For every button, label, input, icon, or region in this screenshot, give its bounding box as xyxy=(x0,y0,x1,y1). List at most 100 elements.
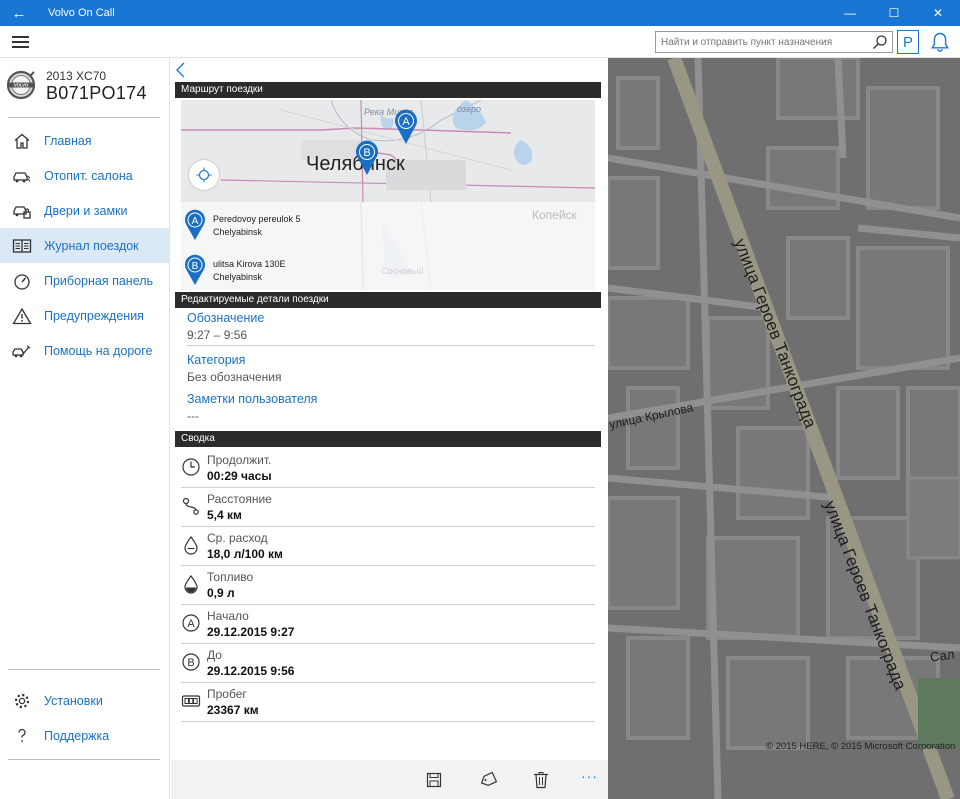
divider xyxy=(187,345,595,346)
category-field[interactable]: Категория Без обозначения xyxy=(187,353,595,384)
summary-row-end: B До 29.12.2015 9:56 xyxy=(181,644,595,683)
divider xyxy=(8,669,160,670)
start-point-letter: A xyxy=(187,618,195,630)
tag-button[interactable] xyxy=(477,769,499,791)
divider xyxy=(8,759,160,760)
start-city: Chelyabinsk xyxy=(213,227,263,237)
designation-field[interactable]: Обозначение 9:27 – 9:56 xyxy=(187,311,595,342)
summary-row-avg-consumption: Ср. расход 18,0 л/100 км xyxy=(181,527,595,566)
fuel-drop-icon xyxy=(184,574,198,594)
start-point-icon: A xyxy=(182,614,200,632)
start-pin-letter: A xyxy=(192,216,199,227)
warning-icon xyxy=(12,307,32,324)
summary-label: Пробег xyxy=(207,687,247,701)
nav-label: Предупреждения xyxy=(44,308,144,323)
gear-icon xyxy=(14,693,30,708)
destination-search-input[interactable] xyxy=(656,32,866,52)
nav-label: Журнал поездок xyxy=(44,238,139,253)
nav-item-trip-journal[interactable]: Журнал поездок xyxy=(0,228,169,263)
summary-value: 0,9 л xyxy=(207,586,235,600)
nav-label: Помощь на дороге xyxy=(44,343,153,358)
close-button[interactable]: ✕ xyxy=(916,0,960,26)
hamburger-menu-icon[interactable] xyxy=(12,36,29,48)
nav-item-doors-locks[interactable]: Двери и замки xyxy=(0,193,169,228)
nav-item-warnings[interactable]: Предупреждения xyxy=(0,298,169,333)
svg-text:VOLVO: VOLVO xyxy=(14,83,29,88)
summary-label: Ср. расход xyxy=(207,531,268,545)
sidebar: VOLVO 2013 XC70 B071PO174 Главная Отопит… xyxy=(0,58,170,799)
roadside-assistance-icon xyxy=(12,344,31,357)
map-pin-a-letter: A xyxy=(402,116,410,128)
more-options-button[interactable]: ··· xyxy=(581,768,598,784)
route-end-point[interactable]: B ulitsa Kirova 130E Chelyabinsk xyxy=(181,254,481,294)
category-label: Категория xyxy=(187,353,246,367)
tag-icon xyxy=(480,772,497,787)
divider xyxy=(8,117,160,118)
nav-item-roadside[interactable]: Помощь на дороге xyxy=(0,333,169,368)
nav-item-heater[interactable]: Отопит. салона xyxy=(0,158,169,193)
end-pin-letter: B xyxy=(192,261,199,272)
route-map[interactable]: Река Миасс озеро Челябинск A B xyxy=(181,100,595,202)
summary-label: Продолжит. xyxy=(207,453,272,467)
map-pin-b-icon[interactable]: B xyxy=(355,140,379,176)
nav-label: Двери и замки xyxy=(44,203,128,218)
start-pin-icon: A xyxy=(185,209,205,240)
background-map[interactable]: улица Героев Танкограда улица Героев Тан… xyxy=(608,58,960,799)
summary-value: 29.12.2015 9:27 xyxy=(207,625,295,639)
notes-field[interactable]: Заметки пользователя --- xyxy=(187,392,595,423)
nav-item-settings[interactable]: Установки xyxy=(0,683,169,718)
trash-icon xyxy=(534,772,548,789)
background-map-graphics xyxy=(608,58,960,799)
parking-button[interactable]: P xyxy=(897,30,919,54)
clock-icon xyxy=(182,458,200,476)
summary-row-fuel: Топливо 0,9 л xyxy=(181,566,595,605)
save-button[interactable] xyxy=(423,769,445,791)
journal-icon xyxy=(12,238,32,253)
maximize-button[interactable]: ☐ xyxy=(872,0,916,26)
odometer-icon xyxy=(181,695,201,707)
search-icon[interactable] xyxy=(872,34,888,50)
summary-label: Топливо xyxy=(207,570,254,584)
nav-label: Главная xyxy=(44,133,92,148)
trip-detail-pane: Маршрут поездки Река Миасс озеро Челябин… xyxy=(171,58,608,799)
designation-label: Обозначение xyxy=(187,311,265,325)
map-lake-label: озеро xyxy=(457,104,482,114)
dashboard-gauge-icon xyxy=(14,273,30,290)
summary-row-duration: Продолжит. 00:29 часы xyxy=(181,449,595,488)
car-heater-icon xyxy=(13,171,31,182)
end-city: Chelyabinsk xyxy=(213,272,263,282)
car-plate: B071PO174 xyxy=(46,83,147,103)
notifications-bell-icon[interactable] xyxy=(929,31,951,53)
end-address: ulitsa Kirova 130E xyxy=(213,259,286,269)
category-value: Без обозначения xyxy=(187,370,282,384)
summary-value: 29.12.2015 9:56 xyxy=(207,664,295,678)
summary-value: 23367 км xyxy=(207,703,259,717)
fuel-drop-icon xyxy=(184,535,198,555)
minimize-button[interactable]: — xyxy=(828,0,872,26)
home-icon xyxy=(14,133,30,149)
summary-section-header: Сводка xyxy=(175,431,601,447)
volvo-logo-icon: VOLVO xyxy=(6,70,36,100)
start-address: Peredovoy pereulok 5 xyxy=(213,214,301,224)
car-header: VOLVO 2013 XC70 B071PO174 xyxy=(0,58,169,118)
editable-section-header: Редактируемые детали поездки xyxy=(175,292,601,308)
end-point-icon: B xyxy=(182,653,200,671)
chevron-left-icon[interactable] xyxy=(175,62,187,78)
back-button[interactable]: ← xyxy=(0,0,38,26)
nav-label: Отопит. салона xyxy=(44,168,133,183)
map-pin-a-icon[interactable]: A xyxy=(394,109,418,145)
summary-label: До xyxy=(207,648,222,662)
summary-value: 00:29 часы xyxy=(207,469,272,483)
nav-item-dashboard[interactable]: Приборная панель xyxy=(0,263,169,298)
nav-item-support[interactable]: Поддержка xyxy=(0,718,169,753)
notes-value: --- xyxy=(187,409,199,423)
nav-item-home[interactable]: Главная xyxy=(0,123,169,158)
delete-button[interactable] xyxy=(530,769,552,791)
route-distance-icon xyxy=(182,497,199,515)
title-bar: ← Volvo On Call — ☐ ✕ xyxy=(0,0,960,26)
route-start-point[interactable]: A Peredovoy pereulok 5 Chelyabinsk xyxy=(181,209,481,249)
destination-search[interactable] xyxy=(655,31,893,53)
locate-button[interactable] xyxy=(189,160,219,190)
summary-row-distance: Расстояние 5,4 км xyxy=(181,488,595,527)
crosshair-icon xyxy=(196,167,212,183)
